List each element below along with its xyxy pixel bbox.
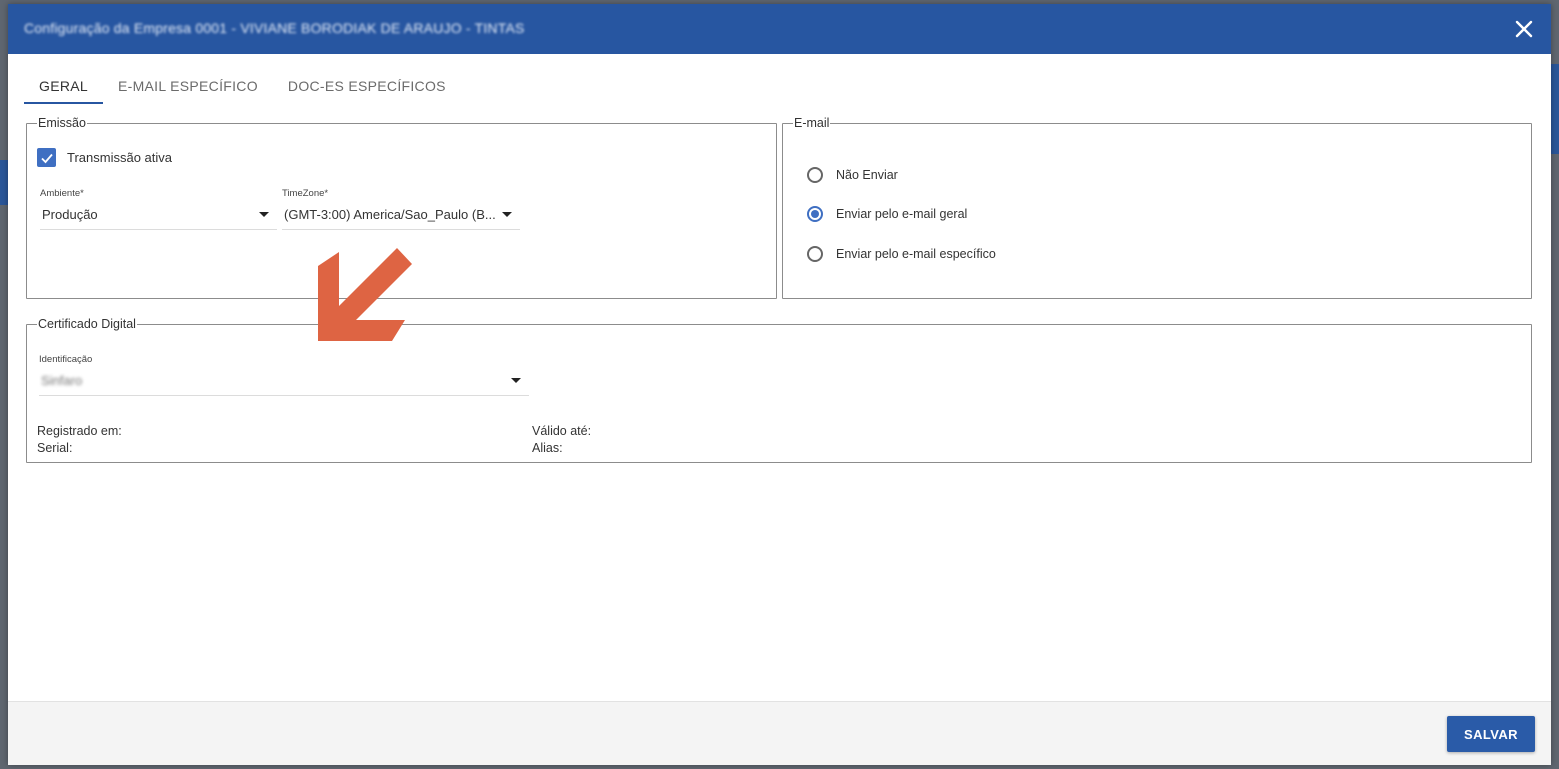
identificacao-value-box[interactable]: Sinfaro (39, 373, 529, 396)
radio-enviar-email-especifico[interactable]: Enviar pelo e-mail específico (807, 246, 996, 262)
annotation-arrow-icon (318, 248, 412, 341)
identificacao-value: Sinfaro (41, 373, 83, 388)
email-group: E-mail Não Enviar Enviar pelo e-mail ger… (782, 116, 1532, 299)
configuration-dialog: Configuração da Empresa 0001 - VIVIANE B… (8, 4, 1551, 765)
radio-label: Não Enviar (836, 168, 898, 182)
save-button[interactable]: SALVAR (1447, 716, 1535, 752)
transmissao-ativa-label: Transmissão ativa (67, 150, 172, 165)
check-icon (40, 153, 53, 163)
transmissao-ativa-row[interactable]: Transmissão ativa (37, 148, 172, 167)
timezone-select[interactable]: TimeZone* (GMT-3:00) America/Sao_Paulo (… (282, 188, 520, 230)
radio-label: Enviar pelo e-mail específico (836, 247, 996, 261)
identificacao-label: Identificação (39, 354, 93, 365)
close-button[interactable] (1511, 16, 1537, 42)
ambiente-select[interactable]: Ambiente* Produção (40, 188, 277, 230)
background-app-strip (0, 160, 8, 205)
close-icon (1515, 20, 1533, 38)
dialog-footer: SALVAR (8, 701, 1551, 765)
ambiente-value: Produção (42, 207, 98, 222)
radio-label: Enviar pelo e-mail geral (836, 207, 968, 221)
radio-nao-enviar[interactable]: Não Enviar (807, 167, 898, 183)
tab-bar: GERAL E-MAIL ESPECÍFICO DOC-ES ESPECÍFIC… (24, 72, 461, 104)
tab-geral[interactable]: GERAL (24, 72, 103, 104)
dialog-titlebar: Configuração da Empresa 0001 - VIVIANE B… (8, 4, 1551, 54)
timezone-label: TimeZone* (282, 188, 329, 199)
ambiente-label: Ambiente* (40, 188, 84, 199)
tab-email-especifico[interactable]: E-MAIL ESPECÍFICO (103, 72, 273, 104)
radio-dot (811, 210, 819, 218)
radio-enviar-email-geral[interactable]: Enviar pelo e-mail geral (807, 206, 967, 222)
timezone-value-box[interactable]: (GMT-3:00) America/Sao_Paulo (B... (282, 207, 520, 230)
alias-label: Alias: (532, 441, 563, 455)
certificado-legend: Certificado Digital (38, 317, 136, 331)
identificacao-select[interactable]: Identificação Sinfaro (39, 354, 529, 396)
valido-ate-label: Válido até: (532, 424, 592, 438)
serial-label: Serial: (37, 441, 73, 455)
dropdown-caret-icon (502, 212, 512, 217)
dropdown-caret-icon (511, 378, 521, 383)
timezone-value: (GMT-3:00) America/Sao_Paulo (B... (284, 207, 496, 222)
emissao-legend: Emissão (38, 116, 86, 130)
radio-button[interactable] (807, 167, 823, 183)
dialog-title: Configuração da Empresa 0001 - VIVIANE B… (24, 20, 525, 36)
registrado-em-label: Registrado em: (37, 424, 122, 438)
transmissao-ativa-checkbox[interactable] (37, 148, 56, 167)
certificado-digital-group: Certificado Digital Identificação Sinfar… (26, 317, 1532, 463)
email-legend: E-mail (794, 116, 830, 130)
radio-button-selected[interactable] (807, 206, 823, 222)
tab-doc-es-especificos[interactable]: DOC-ES ESPECÍFICOS (273, 72, 461, 104)
ambiente-value-box[interactable]: Produção (40, 207, 277, 230)
background-app-strip (1551, 64, 1559, 154)
dropdown-caret-icon (259, 212, 269, 217)
radio-button[interactable] (807, 246, 823, 262)
